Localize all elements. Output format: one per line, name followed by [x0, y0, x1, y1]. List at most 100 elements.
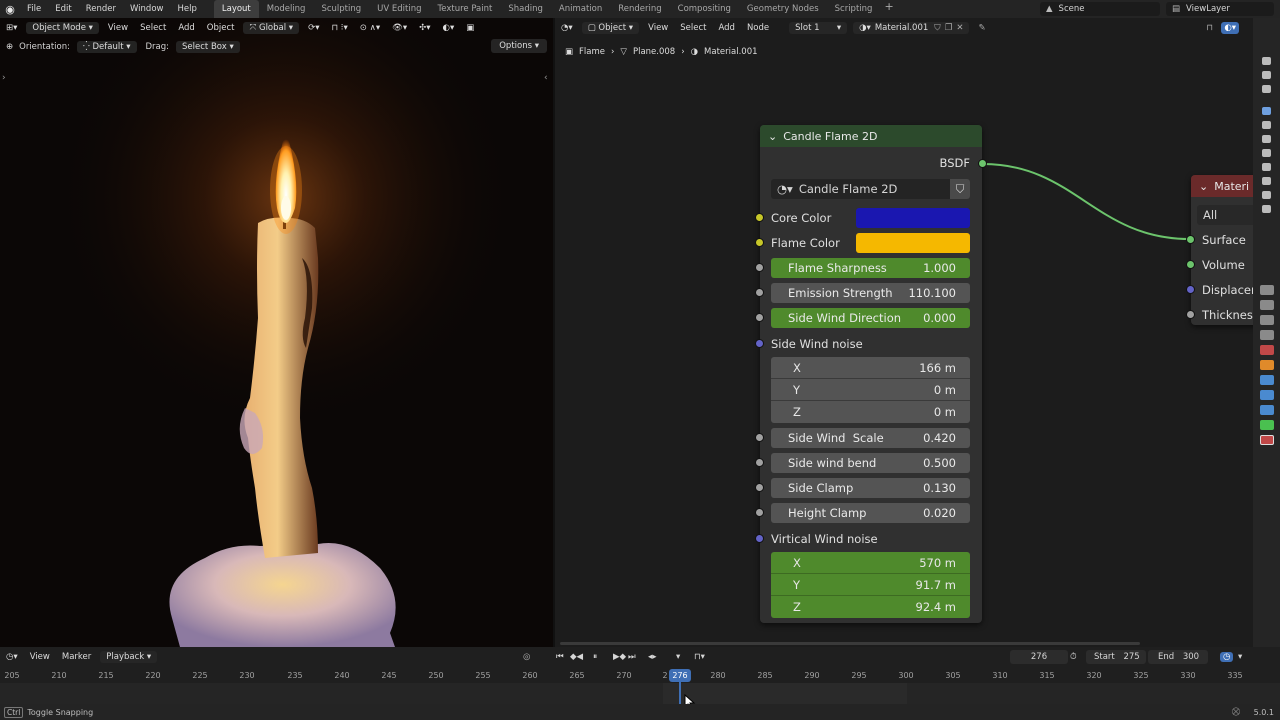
timeline-options-chevron-icon[interactable]: ▾: [1238, 652, 1242, 662]
jump-end-icon[interactable]: ⏭: [628, 652, 636, 662]
add-workspace-icon[interactable]: +: [880, 0, 897, 18]
tab-scripting[interactable]: Scripting: [827, 0, 881, 18]
slot-dropdown[interactable]: Slot 1 ▾: [789, 22, 848, 34]
menu-view[interactable]: View: [102, 23, 134, 33]
keying-icon[interactable]: ▾: [676, 652, 680, 662]
fake-user-icon[interactable]: ⛉: [934, 23, 940, 33]
particles-tab-icon[interactable]: [1259, 390, 1274, 400]
tab-compositing[interactable]: Compositing: [670, 0, 739, 18]
drag-dropdown[interactable]: Select Box ▾: [176, 40, 240, 53]
unlink-icon[interactable]: ✕: [956, 23, 963, 33]
flame-sharpness-socket[interactable]: [755, 263, 764, 272]
pause-icon[interactable]: ⏸: [593, 652, 597, 662]
core-color-swatch[interactable]: [856, 208, 970, 228]
tl-menu-view[interactable]: View: [24, 652, 56, 662]
tab-geometry-nodes[interactable]: Geometry Nodes: [739, 0, 827, 18]
camera-icon[interactable]: [1262, 163, 1271, 171]
playhead-line[interactable]: [679, 682, 681, 704]
auto-key-icon[interactable]: ◎: [523, 652, 530, 662]
side-wind-scale-field[interactable]: Side Wind Scale 0.420: [771, 428, 970, 448]
side-wind-direction-socket[interactable]: [755, 313, 764, 322]
material-selector[interactable]: ◑▾ Material.001 ⛉ ❐ ✕: [853, 22, 970, 34]
camera-icon[interactable]: [1262, 85, 1271, 93]
prev-frame-icon[interactable]: ◂▸: [648, 652, 657, 662]
emission-strength-field[interactable]: Emission Strength 110.100: [771, 283, 970, 303]
side-clamp-field[interactable]: Side Clamp 0.130: [771, 478, 970, 498]
view-layer-tab-icon[interactable]: [1259, 330, 1274, 340]
camera-icon[interactable]: [1262, 177, 1271, 185]
gizmo-icon[interactable]: ✣▾: [413, 23, 436, 33]
output-collapse-chevron-icon[interactable]: ⌄: [1199, 180, 1208, 193]
object-tab-icon[interactable]: [1259, 360, 1274, 370]
emission-strength-socket[interactable]: [755, 288, 764, 297]
tab-layout[interactable]: Layout: [213, 0, 259, 18]
physics-tab-icon[interactable]: [1259, 405, 1274, 415]
end-frame-field[interactable]: End 300: [1148, 650, 1208, 664]
playhead[interactable]: 276: [669, 669, 691, 682]
vertical-wind-noise-socket[interactable]: [755, 534, 764, 543]
tab-sculpting[interactable]: Sculpting: [313, 0, 369, 18]
node-group-selector[interactable]: ◔▾ Candle Flame 2D ⛉: [771, 179, 970, 199]
volume-socket[interactable]: [1186, 260, 1195, 269]
surface-socket[interactable]: [1186, 235, 1195, 244]
tl-menu-marker[interactable]: Marker: [56, 652, 97, 662]
jump-keyframe-forward-icon[interactable]: ▶◆: [613, 652, 626, 662]
duplicate-icon[interactable]: ❐: [945, 23, 953, 33]
start-frame-field[interactable]: Start 275: [1086, 650, 1146, 664]
height-clamp-field[interactable]: Height Clamp 0.020: [771, 503, 970, 523]
jump-start-icon[interactable]: ⏮: [556, 652, 564, 662]
visibility-icon[interactable]: 👁▾: [386, 23, 413, 33]
shader-node-editor[interactable]: ◔▾ ▢ Object ▾ View Select Add Node Slot …: [555, 18, 1253, 647]
shader-type-dropdown[interactable]: ▢ Object ▾: [581, 22, 640, 34]
output-node-header[interactable]: ⌄ Materi: [1191, 175, 1253, 197]
material-tab-icon[interactable]: [1259, 435, 1274, 445]
camera-icon[interactable]: [1262, 191, 1271, 199]
breadcrumb-object[interactable]: Flame: [579, 47, 605, 57]
xray-icon[interactable]: ▣: [460, 23, 480, 33]
side-wind-noise-y[interactable]: Y 0 m: [771, 379, 970, 401]
tab-rendering[interactable]: Rendering: [610, 0, 669, 18]
menu-render[interactable]: Render: [79, 0, 123, 18]
ne-menu-select[interactable]: Select: [674, 23, 712, 33]
timeline[interactable]: ◷▾ View Marker Playback ▾ ◎ ⏮ ◆◀ ⏸ ▶◆ ⏭ …: [0, 647, 1280, 710]
menu-object[interactable]: Object: [201, 23, 241, 33]
breadcrumb-mesh[interactable]: Plane.008: [633, 47, 675, 57]
output-target-dropdown[interactable]: All: [1197, 205, 1253, 225]
tab-animation[interactable]: Animation: [551, 0, 610, 18]
thickness-socket[interactable]: [1186, 310, 1195, 319]
node-header[interactable]: ⌄ Candle Flame 2D: [760, 125, 982, 147]
transform-space-dropdown[interactable]: ⤧ Global ▾: [243, 21, 300, 34]
timeline-overlay-icon[interactable]: ◷: [1220, 652, 1234, 662]
camera-icon[interactable]: [1262, 121, 1271, 129]
transform-tool-icon[interactable]: ⊕: [0, 42, 19, 52]
snap-toggle-icon[interactable]: ⊓: [1206, 23, 1213, 33]
side-wind-noise-x[interactable]: X 166 m: [771, 357, 970, 379]
tool-tab-icon[interactable]: [1259, 285, 1274, 295]
editor-type-icon[interactable]: ⊞▾: [0, 23, 23, 33]
ne-menu-add[interactable]: Add: [712, 23, 740, 33]
modifier-tab-icon[interactable]: [1259, 375, 1274, 385]
mode-dropdown[interactable]: Object Mode ▾: [26, 21, 99, 34]
camera-icon[interactable]: [1262, 57, 1271, 65]
overlay-toggle-icon[interactable]: ◐▾: [1221, 22, 1239, 34]
output-bsdf-socket[interactable]: [978, 159, 987, 168]
camera-icon[interactable]: [1262, 135, 1271, 143]
node-editor-type-icon[interactable]: ◔▾: [555, 23, 579, 33]
tab-modeling[interactable]: Modeling: [259, 0, 314, 18]
camera-icon[interactable]: [1262, 71, 1271, 79]
camera-icon[interactable]: [1262, 149, 1271, 157]
ne-menu-node[interactable]: Node: [741, 23, 775, 33]
tab-uv-editing[interactable]: UV Editing: [369, 0, 429, 18]
vertical-wind-noise-z[interactable]: Z 92.4 m: [771, 596, 970, 618]
current-frame-field[interactable]: 276: [1010, 650, 1068, 664]
pin-icon[interactable]: ✎: [978, 23, 985, 33]
menu-file[interactable]: File: [20, 0, 48, 18]
render-tab-icon[interactable]: [1259, 300, 1274, 310]
preview-range-icon[interactable]: ⏱: [1070, 652, 1077, 662]
ne-menu-view[interactable]: View: [642, 23, 674, 33]
timeline-editor-type-icon[interactable]: ◷▾: [0, 652, 24, 662]
collapse-chevron-icon[interactable]: ⌄: [768, 130, 777, 143]
pivot-icon[interactable]: ⟳▾: [302, 23, 325, 33]
breadcrumb-material[interactable]: Material.001: [704, 47, 757, 57]
scene-selector[interactable]: ▲ Scene: [1040, 2, 1160, 16]
